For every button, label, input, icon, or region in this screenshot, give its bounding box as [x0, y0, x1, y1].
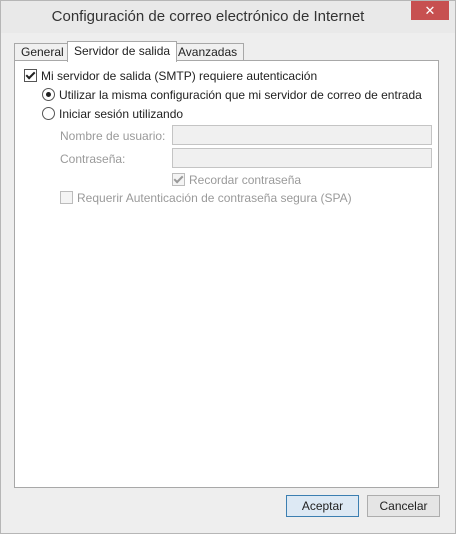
remember-password-label: Recordar contraseña [189, 173, 302, 187]
cancel-button[interactable]: Cancelar [367, 495, 440, 517]
tab-advanced[interactable]: Avanzadas [171, 43, 245, 61]
ok-button[interactable]: Aceptar [286, 495, 359, 517]
same-settings-radio[interactable] [42, 88, 55, 101]
login-using-label[interactable]: Iniciar sesión utilizando [59, 107, 183, 121]
spa-checkbox[interactable] [60, 191, 73, 204]
smtp-auth-label[interactable]: Mi servidor de salida (SMTP) requiere au… [41, 69, 317, 83]
password-label: Contraseña: [60, 152, 126, 166]
same-settings-label[interactable]: Utilizar la misma configuración que mi s… [59, 88, 422, 102]
login-using-radio[interactable] [42, 107, 55, 120]
smtp-auth-checkbox[interactable] [24, 69, 37, 82]
remember-password-checkbox[interactable] [172, 173, 185, 186]
password-field[interactable] [172, 148, 432, 168]
username-field[interactable] [172, 125, 432, 145]
tab-outgoing-server[interactable]: Servidor de salida [67, 41, 178, 62]
close-icon: ✕ [424, 3, 436, 18]
spa-label: Requerir Autenticación de contraseña seg… [77, 191, 352, 205]
tab-general[interactable]: General [14, 43, 71, 61]
email-settings-dialog: Configuración de correo electrónico de I… [0, 0, 456, 534]
window-title: Configuración de correo electrónico de I… [51, 8, 365, 25]
username-label: Nombre de usuario: [60, 129, 166, 143]
outgoing-server-panel: Mi servidor de salida (SMTP) requiere au… [14, 60, 439, 488]
close-button[interactable]: ✕ [411, 1, 449, 20]
title-bar: Configuración de correo electrónico de I… [1, 1, 455, 33]
